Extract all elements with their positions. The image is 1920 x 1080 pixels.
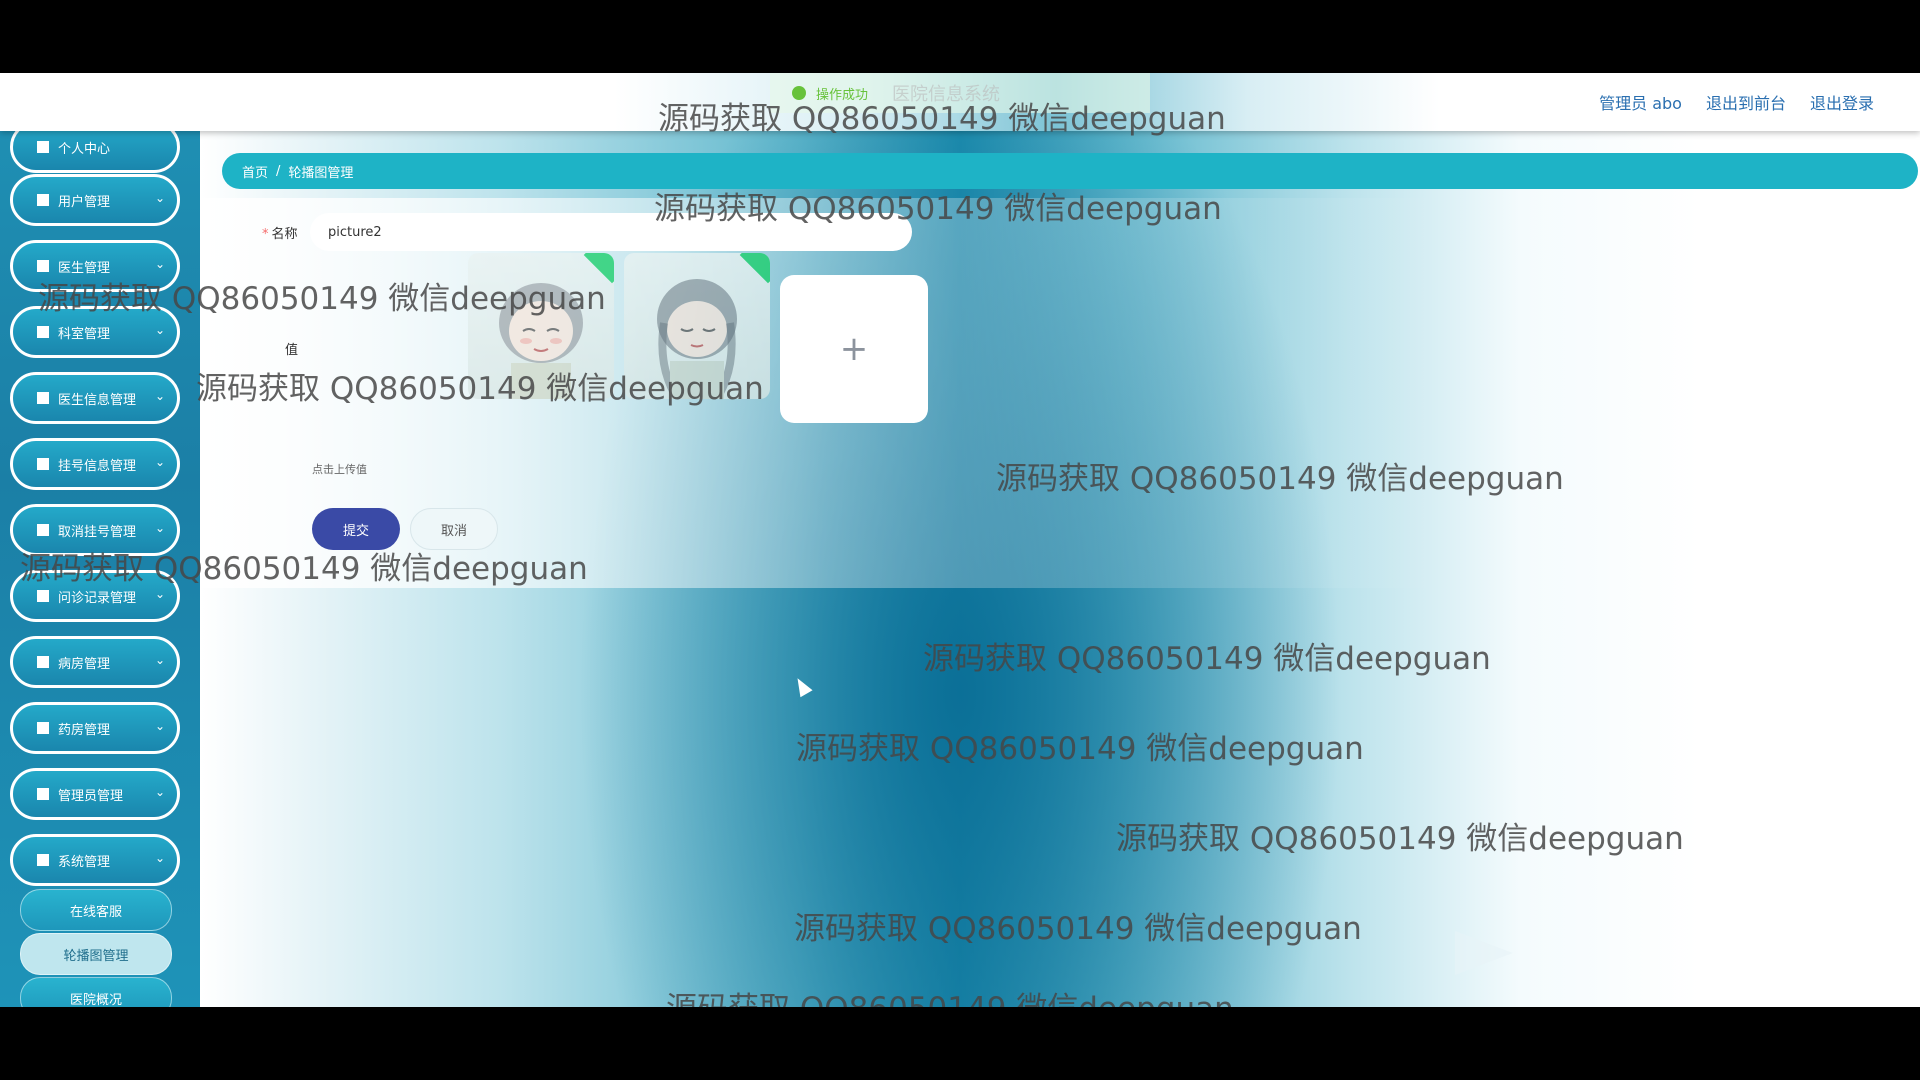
uploaded-image-1[interactable] [468, 253, 614, 399]
chevron-down-icon: ⌄ [154, 389, 165, 403]
book-icon [37, 854, 49, 866]
sidebar-item-label: 系统管理 [58, 854, 111, 870]
success-toast: 操作成功 医院信息系统 [770, 73, 1150, 113]
submenu-hospital-overview[interactable]: 医院概况 [20, 977, 172, 1007]
chevron-down-icon: ⌄ [154, 257, 165, 271]
watermark: 源码获取 QQ86050149 微信deepguan [666, 983, 1234, 1007]
grid-icon [37, 458, 49, 470]
submenu-label: 轮播图管理 [63, 948, 129, 964]
sidebar-item-wards[interactable]: 病房管理 ⌄ [10, 636, 180, 688]
pill-icon [37, 722, 49, 734]
chevron-down-icon: ⌄ [154, 653, 165, 667]
grid-icon [37, 788, 49, 800]
anime-girl-image [499, 283, 583, 399]
plus-icon: + [839, 329, 869, 369]
chevron-down-icon: ⌄ [154, 191, 165, 205]
submenu-carousel[interactable]: 轮播图管理 [20, 933, 172, 975]
sidebar: 个人中心 用户管理 ⌄ 医生管理 ⌄ 科室管理 ⌄ 医生信息管理 ⌄ 挂号信息管… [0, 131, 200, 1007]
success-icon [792, 86, 806, 100]
breadcrumb-home[interactable]: 首页 [242, 162, 268, 181]
chevron-down-icon: ⌄ [154, 719, 165, 733]
sidebar-item-registration[interactable]: 挂号信息管理 ⌄ [10, 438, 180, 490]
cancel-button[interactable]: 取消 [410, 508, 498, 550]
sidebar-item-label: 药房管理 [58, 722, 111, 738]
sidebar-item-cancel-registration[interactable]: 取消挂号管理 ⌄ [10, 504, 180, 556]
watermark: 源码获取 QQ86050149 微信deepguan [796, 731, 1364, 767]
app-window: 操作成功 医院信息系统 管理员 abo 退出到前台 退出登录 个人中心 用户管理… [0, 73, 1920, 1007]
watermark: 源码获取 QQ86050149 微信deepguan [794, 911, 1362, 947]
sidebar-item-label: 用户管理 [58, 194, 111, 210]
sidebar-item-label: 医生信息管理 [58, 392, 137, 408]
sidebar-item-doctors[interactable]: 医生管理 ⌄ [10, 240, 180, 292]
thumb-icon [37, 524, 49, 536]
watermark: 源码获取 QQ86050149 微信deepguan [1116, 821, 1684, 857]
value-label: 值 [285, 343, 299, 358]
name-label: * 名称 [262, 227, 298, 242]
submenu-label: 在线客服 [69, 904, 122, 920]
breadcrumb: 首页 / 轮播图管理 [222, 153, 1918, 189]
sidebar-item-consultations[interactable]: 问诊记录管理 ⌄ [10, 570, 180, 622]
grid-icon [37, 260, 49, 272]
upload-hint: 点击上传值 [312, 463, 367, 476]
top-links: 管理员 abo 退出到前台 退出登录 [1599, 90, 1874, 114]
chevron-down-icon: ⌄ [154, 851, 165, 865]
user-icon [37, 141, 49, 153]
submit-button[interactable]: 提交 [312, 508, 400, 550]
sidebar-item-label: 挂号信息管理 [58, 458, 137, 474]
clipboard-icon [37, 326, 49, 338]
mouse-cursor [791, 674, 813, 698]
person-icon [37, 392, 49, 404]
logout-link[interactable]: 退出登录 [1810, 90, 1874, 114]
sidebar-item-label: 取消挂号管理 [58, 524, 137, 540]
submenu-label: 医院概况 [69, 992, 122, 1008]
sidebar-item-label: 科室管理 [58, 326, 111, 342]
sidebar-item-admins[interactable]: 管理员管理 ⌄ [10, 768, 180, 820]
watermark: 源码获取 QQ86050149 微信deepguan [923, 641, 1491, 677]
grid-icon [37, 590, 49, 602]
sidebar-item-doctor-info[interactable]: 医生信息管理 ⌄ [10, 372, 180, 424]
toast-text: 操作成功 [816, 87, 869, 103]
anime-girl-image [657, 279, 737, 399]
chevron-down-icon: ⌄ [154, 587, 165, 601]
sidebar-item-pharmacy[interactable]: 药房管理 ⌄ [10, 702, 180, 754]
front-link[interactable]: 退出到前台 [1706, 90, 1786, 114]
chevron-down-icon: ⌄ [154, 521, 165, 535]
sidebar-item-label: 医生管理 [58, 260, 111, 276]
grid-icon [37, 656, 49, 668]
sidebar-item-label: 病房管理 [58, 656, 111, 672]
sidebar-item-label: 管理员管理 [58, 788, 124, 804]
uploaded-image-2[interactable] [624, 253, 770, 399]
sidebar-item-system[interactable]: 系统管理 ⌄ [10, 834, 180, 886]
chevron-down-icon: ⌄ [154, 323, 165, 337]
play-logo-icon [1455, 931, 1513, 975]
chevron-down-icon: ⌄ [154, 455, 165, 469]
sidebar-item-label: 个人中心 [58, 141, 111, 157]
breadcrumb-current: 轮播图管理 [288, 165, 354, 181]
system-title: 医院信息系统 [892, 84, 1001, 105]
sidebar-item-label: 问诊记录管理 [58, 590, 137, 606]
users-icon [37, 194, 49, 206]
name-input[interactable] [310, 213, 912, 251]
chevron-down-icon: ⌄ [154, 785, 165, 799]
top-bar: 操作成功 医院信息系统 管理员 abo 退出到前台 退出登录 [0, 73, 1920, 131]
sidebar-item-personal-center[interactable]: 个人中心 [10, 131, 180, 173]
sidebar-item-departments[interactable]: 科室管理 ⌄ [10, 306, 180, 358]
submenu-online-service[interactable]: 在线客服 [20, 889, 172, 931]
breadcrumb-separator: / [276, 163, 281, 179]
admin-label: 管理员 abo [1599, 94, 1682, 113]
sidebar-item-users[interactable]: 用户管理 ⌄ [10, 174, 180, 226]
upload-button[interactable]: + [780, 275, 928, 423]
